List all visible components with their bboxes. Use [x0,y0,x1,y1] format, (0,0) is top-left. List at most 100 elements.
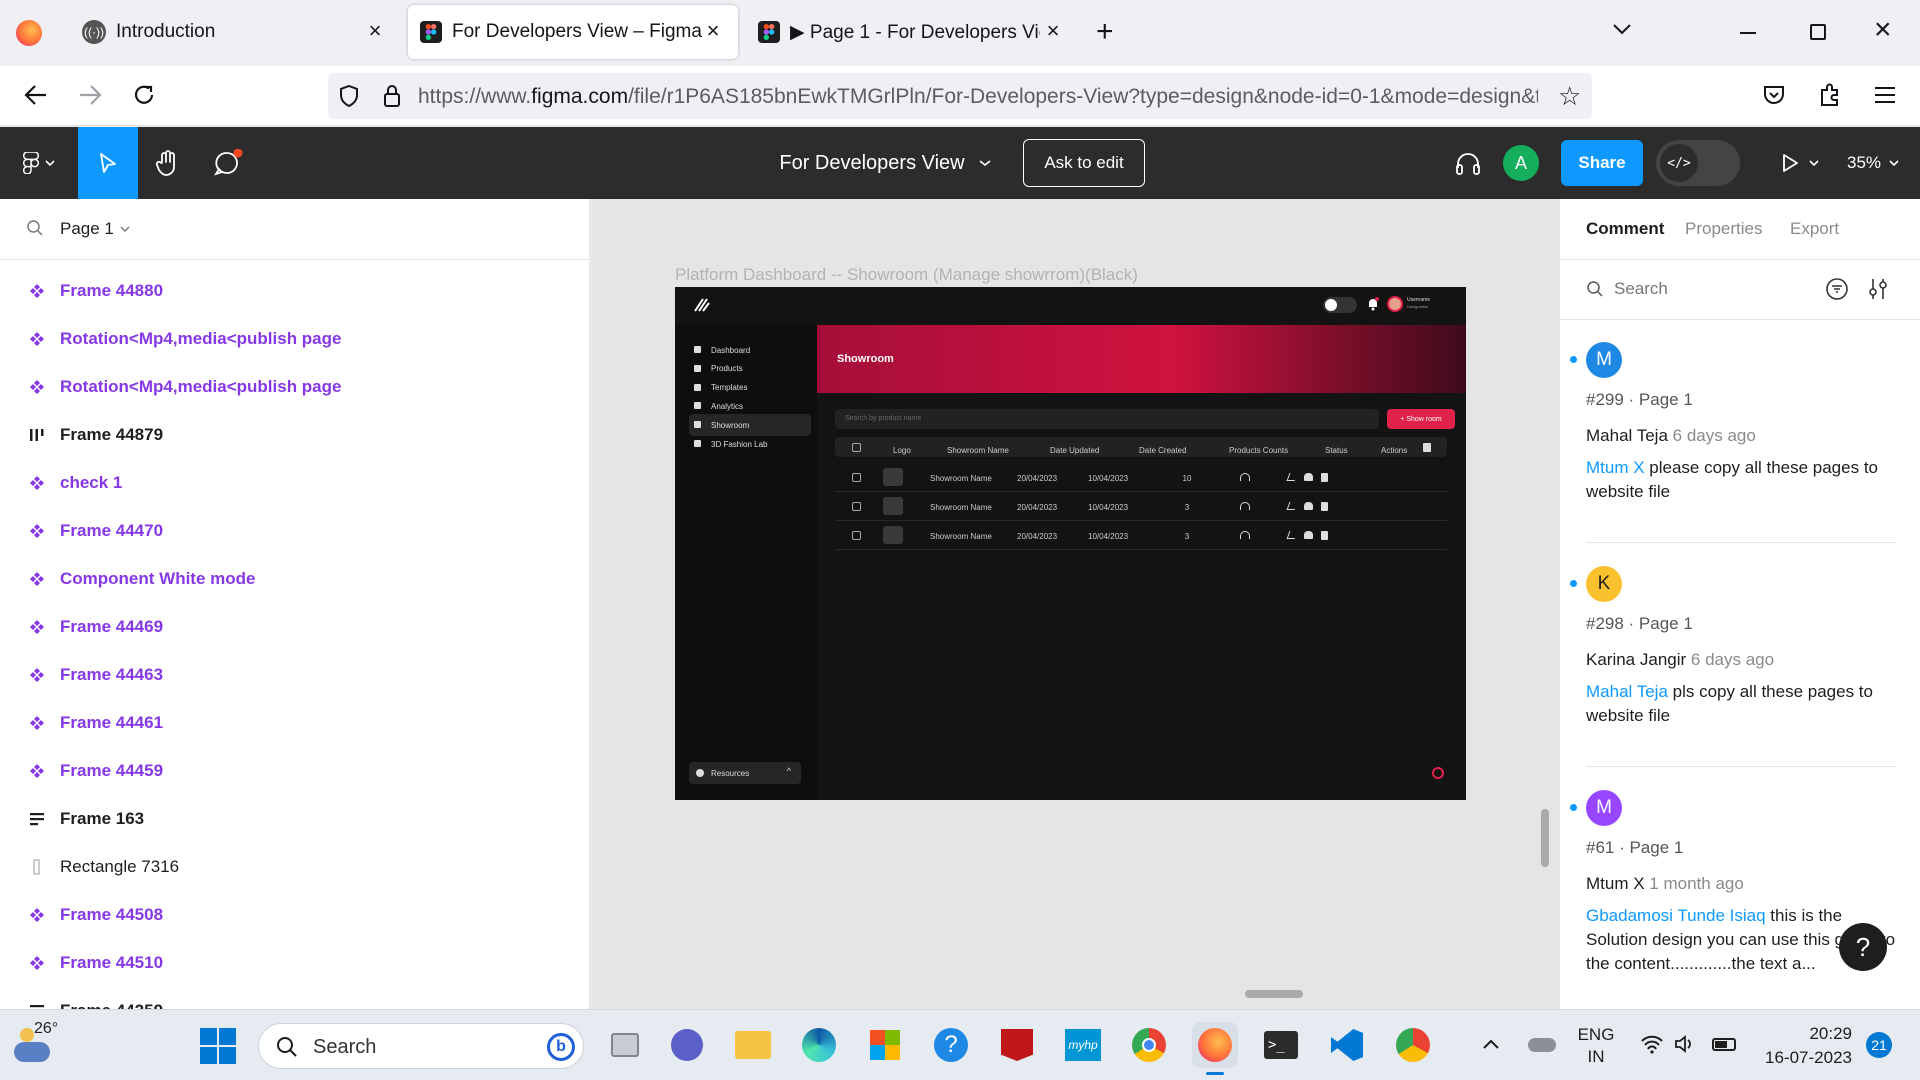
shield-icon[interactable] [338,84,360,108]
figma-main-menu[interactable] [14,127,64,199]
file-title-menu[interactable]: For Developers View [770,127,1000,199]
layer-item[interactable]: Frame 44470 [0,507,589,555]
tab-export[interactable]: Export [1790,219,1839,239]
wifi-icon[interactable] [1640,1034,1664,1054]
url-text[interactable]: https://www.figma.com/file/r1P6AS185bnEw… [418,85,1538,109]
chrome-profile-icon[interactable] [1390,1022,1436,1068]
share-button[interactable]: Share [1561,140,1643,186]
zoom-menu[interactable]: 35% [1838,127,1908,199]
extensions-icon[interactable] [1818,82,1842,108]
table-row[interactable]: Showroom Name 20/04/2023 10/04/2023 10 [835,463,1447,492]
firefox-menu-icon[interactable] [16,20,42,46]
horizontal-scrollbar[interactable] [1245,990,1303,998]
delete-icon[interactable] [1321,473,1328,482]
row-checkbox[interactable] [852,473,861,482]
bing-icon[interactable]: b [547,1033,575,1061]
vscode-icon[interactable] [1324,1022,1370,1068]
reload-icon[interactable] [132,83,156,107]
publish-status-icon[interactable] [1240,473,1250,481]
layer-item[interactable]: check 1 [0,459,589,507]
minimize-icon[interactable] [1740,32,1756,34]
dashboard-frame[interactable]: Username Designation Dashboard Products Te… [675,287,1466,800]
delete-icon[interactable] [1321,502,1328,511]
tab-list-chevron-icon[interactable] [1612,22,1632,36]
layer-item[interactable]: Frame 44879 [0,411,589,459]
comment-mention[interactable]: Gbadamosi Tunde Isiaq [1586,906,1766,925]
comment-thread[interactable]: M #299 · Page 1 Mahal Teja 6 days ago Mtum … [1560,339,1920,549]
layer-item[interactable]: Frame 44459 [0,747,589,795]
teams-meet-icon[interactable] [664,1022,710,1068]
edge-icon[interactable] [796,1022,842,1068]
edit-icon[interactable] [1286,473,1298,481]
myhp-icon[interactable]: myhp [1060,1022,1106,1068]
task-view-icon[interactable] [602,1022,648,1068]
tab-properties[interactable]: Properties [1685,219,1762,239]
hand-tool-button[interactable] [138,127,198,199]
publish-status-icon[interactable] [1240,502,1250,510]
pocket-icon[interactable] [1762,84,1786,106]
layer-item[interactable]: Frame 44508 [0,891,589,939]
comment-tool-button[interactable] [198,127,258,199]
edit-icon[interactable] [1286,502,1298,510]
volume-icon[interactable] [1674,1034,1696,1054]
layer-item[interactable]: Frame 44469 [0,603,589,651]
close-icon[interactable]: × [702,20,724,42]
microsoft-store-icon[interactable] [862,1022,908,1068]
show-hidden-icons-chevron-icon[interactable] [1482,1038,1500,1050]
tab-figma-active[interactable]: For Developers View – Figma × [408,5,738,59]
get-help-icon[interactable]: ? [928,1022,974,1068]
frame-label[interactable]: Platform Dashboard -- Showroom (Manage s… [675,265,1138,285]
comment-thread[interactable]: K #298 · Page 1 Karina Jangir 6 days ago Ma… [1560,563,1920,773]
battery-icon[interactable] [1712,1038,1736,1051]
comment-mention[interactable]: Mtum X [1586,458,1645,477]
page-selector[interactable]: Page 1 [60,219,130,239]
layer-item[interactable]: Rotation<Mp4,media<publish page [0,363,589,411]
new-tab-icon[interactable]: + [1096,17,1114,47]
chrome-icon[interactable] [1126,1022,1172,1068]
add-showroom-button[interactable]: + Show room [1387,409,1455,429]
user-avatar[interactable]: A [1503,145,1539,181]
user-profile-avatar[interactable] [1387,296,1403,312]
dev-mode-toggle[interactable]: </> [1656,140,1740,186]
restore-icon[interactable] [1810,24,1826,40]
start-button[interactable] [200,1028,236,1064]
theme-toggle[interactable] [1323,297,1357,313]
layer-item[interactable]: Component White mode [0,555,589,603]
layer-item[interactable]: Frame 44510 [0,939,589,987]
chat-support-icon[interactable] [1432,767,1444,779]
mcafee-icon[interactable] [994,1022,1040,1068]
layer-item[interactable]: Frame 163 [0,795,589,843]
help-button[interactable]: ? [1839,923,1887,971]
layer-item[interactable]: Frame 44463 [0,651,589,699]
firefox-taskbar-icon[interactable] [1192,1022,1238,1068]
vertical-scrollbar[interactable] [1541,809,1549,867]
bookmark-star-icon[interactable]: ☆ [1558,83,1581,109]
layer-item[interactable]: Frame 44461 [0,699,589,747]
hamburger-menu-icon[interactable] [1874,86,1896,104]
layer-item[interactable]: Frame 44880 [0,267,589,315]
onedrive-icon[interactable] [1528,1038,1556,1052]
move-tool-button[interactable] [78,127,138,199]
clock[interactable]: 20:29 16-07-2023 [1756,1022,1852,1070]
bulk-delete-icon[interactable] [1423,443,1431,452]
settings-sliders-icon[interactable] [1867,277,1889,301]
bell-icon[interactable] [1367,297,1379,311]
language-indicator[interactable]: ENG IN [1576,1024,1616,1068]
product-search-input[interactable]: Search by product name [835,409,1379,429]
table-row[interactable]: Showroom Name 20/04/2023 10/04/2023 3 [835,492,1447,521]
close-icon[interactable]: × [1042,20,1064,42]
lock-icon[interactable] [382,84,402,108]
close-icon[interactable]: × [364,20,386,42]
dash-nav-item[interactable]: 3D Fashion Lab [689,433,811,455]
file-explorer-icon[interactable] [730,1022,776,1068]
comment-search-icon[interactable] [1586,280,1604,298]
tab-page1[interactable]: ▶ Page 1 - For Developers View × [746,5,1066,59]
back-icon[interactable] [24,84,48,106]
taskbar-search[interactable]: Search b [258,1023,584,1069]
row-checkbox[interactable] [852,502,861,511]
users-icon[interactable] [1304,473,1313,481]
resources-button[interactable]: Resources ^ [689,762,801,784]
delete-icon[interactable] [1321,531,1328,540]
users-icon[interactable] [1304,502,1313,510]
row-checkbox[interactable] [852,531,861,540]
